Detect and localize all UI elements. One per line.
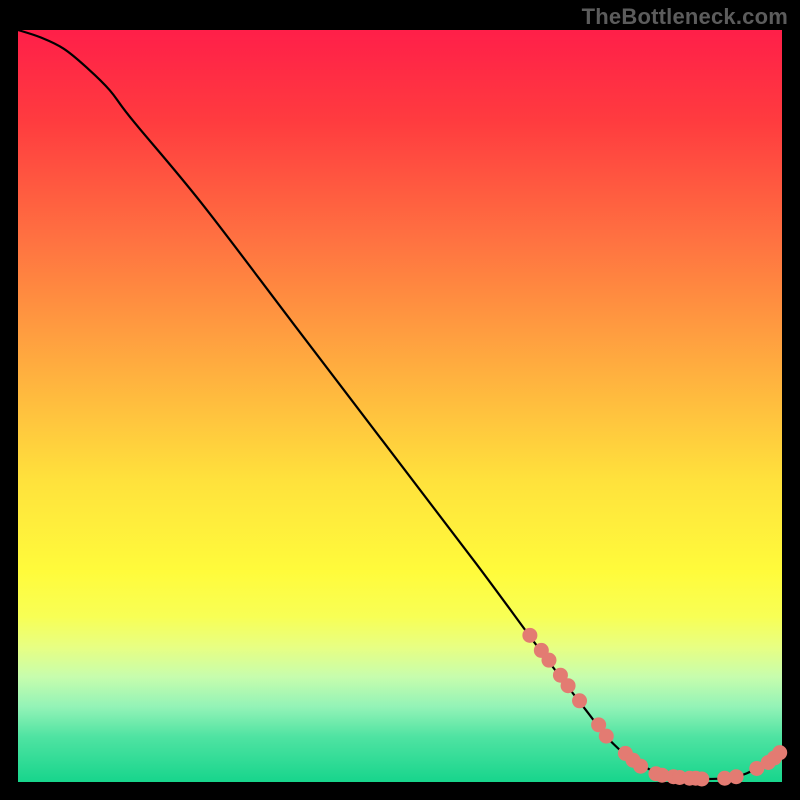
- marker-dot: [541, 653, 556, 668]
- marker-dot: [694, 771, 709, 786]
- marker-dot: [729, 769, 744, 784]
- marker-dot: [772, 745, 787, 760]
- chart-svg: [0, 0, 800, 800]
- marker-dot: [633, 759, 648, 774]
- marker-dot: [522, 628, 537, 643]
- marker-dot: [599, 729, 614, 744]
- plot-background: [18, 30, 782, 782]
- marker-dot: [561, 678, 576, 693]
- watermark-text: TheBottleneck.com: [582, 4, 788, 30]
- chart-container: TheBottleneck.com: [0, 0, 800, 800]
- marker-dot: [572, 693, 587, 708]
